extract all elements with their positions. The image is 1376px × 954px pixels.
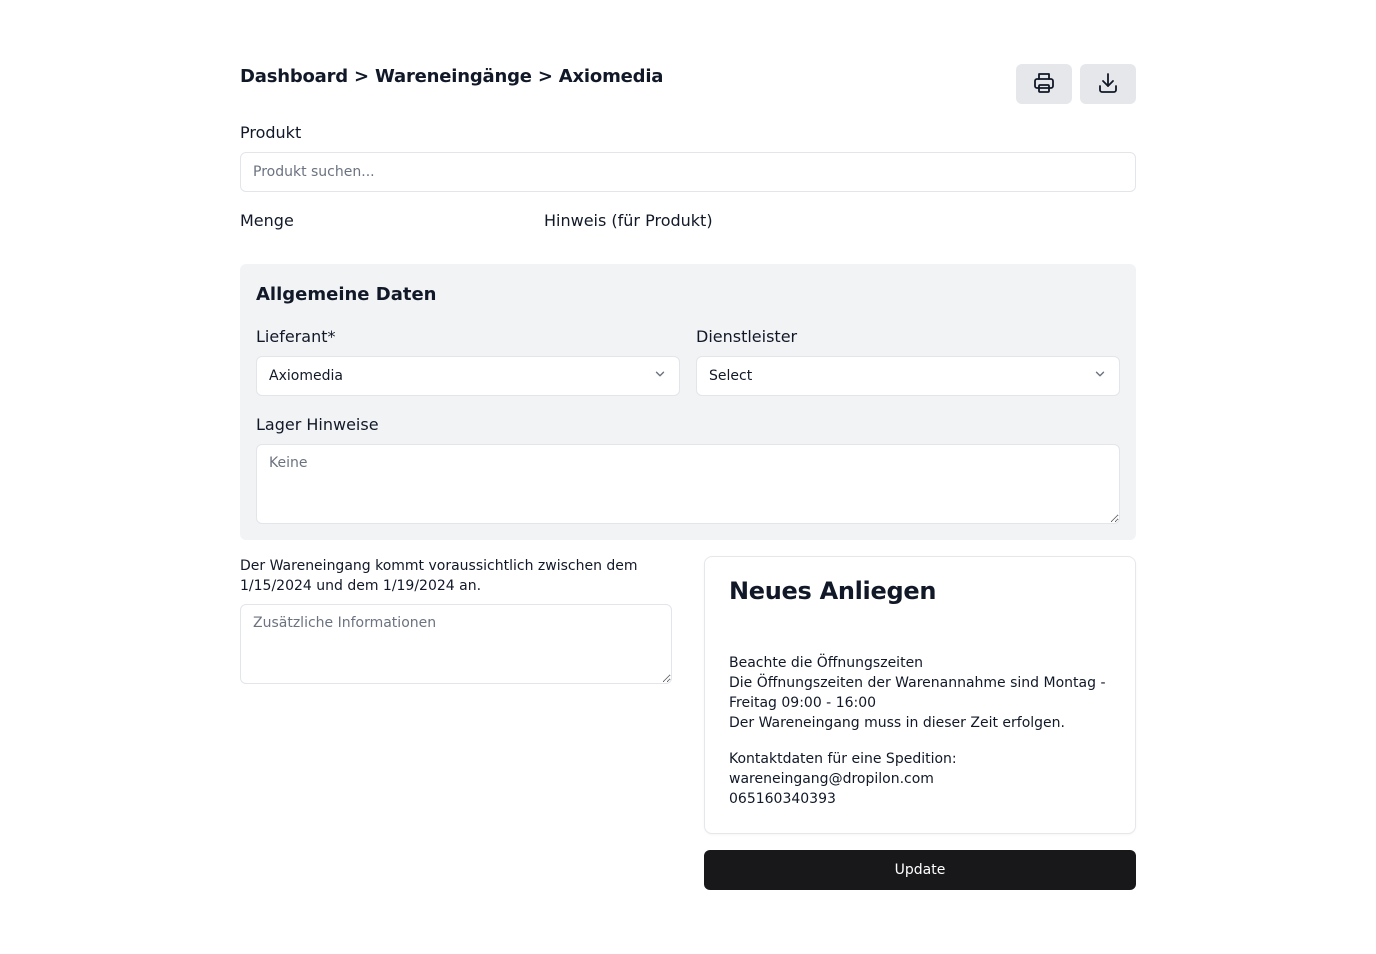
lager-hinweise-label: Lager Hinweise bbox=[256, 415, 379, 434]
panel-title: Allgemeine Daten bbox=[256, 284, 437, 305]
lieferant-select[interactable]: Axiomedia bbox=[256, 356, 680, 396]
lieferant-label: Lieferant* bbox=[256, 327, 336, 346]
printer-icon bbox=[1032, 71, 1056, 98]
contact-label: Kontaktdaten für eine Spedition: bbox=[729, 751, 957, 767]
opening-hours-line-2: Freitag 09:00 - 16:00 bbox=[729, 695, 877, 711]
opening-hours-line-3: Der Wareneingang muss in dieser Zeit erf… bbox=[729, 715, 1065, 731]
chevron-down-icon bbox=[1093, 367, 1107, 385]
opening-hours-info: Beachte die Öffnungszeiten Die Öffnungsz… bbox=[729, 653, 1109, 733]
card-title: Neues Anliegen bbox=[729, 577, 937, 605]
contact-phone: 065160340393 bbox=[729, 791, 836, 807]
dienstleister-select[interactable]: Select bbox=[696, 356, 1120, 396]
neues-anliegen-card: Neues Anliegen Beachte die Öffnungszeite… bbox=[704, 556, 1136, 834]
lieferant-value: Axiomedia bbox=[269, 368, 343, 384]
dienstleister-value: Select bbox=[709, 368, 753, 384]
allgemeine-daten-panel: Allgemeine Daten Lieferant* Axiomedia Di… bbox=[240, 264, 1136, 540]
update-button[interactable]: Update bbox=[704, 850, 1136, 890]
dienstleister-label: Dienstleister bbox=[696, 327, 798, 346]
produkt-label: Produkt bbox=[240, 123, 302, 142]
produkt-search-input[interactable] bbox=[240, 152, 1136, 192]
lager-hinweise-textarea[interactable] bbox=[256, 444, 1120, 524]
menge-label: Menge bbox=[240, 211, 294, 230]
eta-line-1: Der Wareneingang kommt voraussichtlich z… bbox=[240, 558, 638, 574]
additional-info-textarea[interactable] bbox=[240, 604, 672, 684]
eta-line-2: 1/15/2024 und dem 1/19/2024 an. bbox=[240, 578, 482, 594]
eta-text: Der Wareneingang kommt voraussichtlich z… bbox=[240, 556, 660, 596]
opening-hours-line-1: Die Öffnungszeiten der Warenannahme sind… bbox=[729, 675, 1106, 691]
opening-hours-title: Beachte die Öffnungszeiten bbox=[729, 655, 924, 671]
contact-info: Kontaktdaten für eine Spedition: warenei… bbox=[729, 749, 1109, 809]
hinweis-label: Hinweis (für Produkt) bbox=[544, 211, 713, 230]
print-button[interactable] bbox=[1016, 64, 1072, 104]
contact-email: wareneingang@dropilon.com bbox=[729, 771, 934, 787]
chevron-down-icon bbox=[653, 367, 667, 385]
download-icon bbox=[1096, 71, 1120, 98]
download-button[interactable] bbox=[1080, 64, 1136, 104]
breadcrumb: Dashboard > Wareneingänge > Axiomedia bbox=[240, 66, 664, 87]
